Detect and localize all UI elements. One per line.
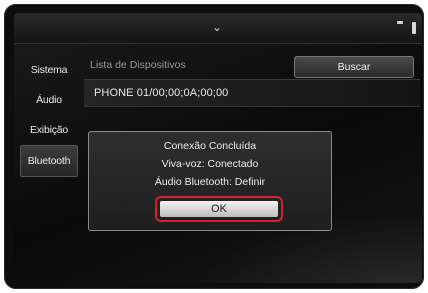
battery-icon [412, 22, 416, 34]
top-bar: ⌄ [14, 13, 422, 44]
dialog-audio-status: Áudio Bluetooth: Definir [154, 176, 266, 188]
dialog-handsfree-status: Viva-voz: Conectado [161, 158, 259, 170]
list-title: Lista de Dispositivos [90, 59, 186, 71]
sidebar-item-bluetooth[interactable]: Bluetooth [20, 145, 78, 177]
device-name: PHONE 01/00;00;0A;00;00 [94, 87, 229, 99]
sidebar-item-sistema[interactable]: Sistema [20, 55, 78, 85]
list-header: Lista de Dispositivos Buscar [84, 53, 420, 80]
sidebar-item-exibicao[interactable]: Exibição [20, 115, 78, 145]
main-content: Lista de Dispositivos Buscar PHONE 01/00… [84, 53, 420, 107]
display-bezel: ⌄ Sistema Áudio Exibição Bluetooth Lista… [4, 4, 424, 289]
settings-sidebar: Sistema Áudio Exibição Bluetooth [20, 55, 78, 177]
ok-button-highlight: OK [155, 196, 283, 222]
dialog-title: Conexão Concluída [163, 140, 257, 152]
chevron-down-icon[interactable]: ⌄ [212, 21, 222, 33]
infotainment-screen: ⌄ Sistema Áudio Exibição Bluetooth Lista… [14, 13, 422, 283]
ok-button[interactable]: OK [160, 201, 278, 217]
connection-dialog: Conexão Concluída Viva-voz: Conectado Áu… [88, 131, 332, 231]
device-list-item[interactable]: PHONE 01/00;00;0A;00;00 [84, 80, 420, 107]
search-button[interactable]: Buscar [294, 56, 414, 78]
signal-icon [396, 21, 403, 24]
sidebar-item-audio[interactable]: Áudio [20, 85, 78, 115]
status-icons [392, 21, 416, 35]
